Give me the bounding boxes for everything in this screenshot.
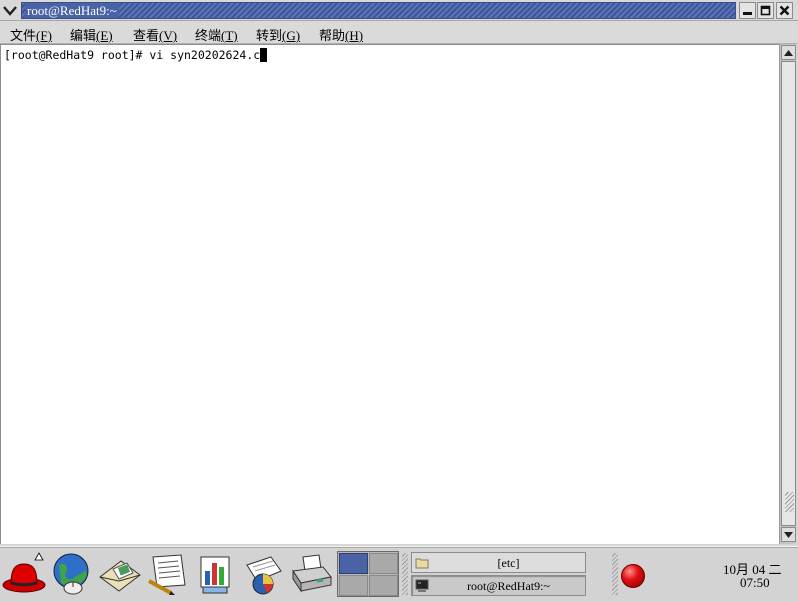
scrollbar-grip <box>785 492 794 512</box>
menu-terminal[interactable]: 终端(T) <box>195 25 238 44</box>
printer-launcher[interactable] <box>289 551 335 597</box>
terminal-prompt-text: [root@RedHat9 root]# vi syn20202624.c <box>4 48 261 62</box>
web-browser-launcher[interactable] <box>49 551 95 597</box>
maximize-icon <box>760 5 771 16</box>
menu-terminal-mnemonic: (T) <box>221 28 238 43</box>
maximize-button[interactable] <box>757 2 774 19</box>
minimize-button[interactable] <box>739 2 756 19</box>
close-button[interactable] <box>776 2 793 19</box>
scroll-down-button[interactable] <box>781 527 796 542</box>
tray-grip[interactable] <box>612 553 618 595</box>
envelope-stamp-icon <box>99 560 141 592</box>
menu-file[interactable]: 文件(F) <box>10 25 52 44</box>
menu-help[interactable]: 帮助(H) <box>319 25 363 44</box>
redhat-menu-button[interactable] <box>1 551 47 597</box>
task-button-terminal[interactable]: root@RedHat9:~ <box>411 575 586 596</box>
folder-icon <box>415 558 429 569</box>
menu-view[interactable]: 查看(V) <box>133 25 177 44</box>
bar-chart-icon <box>200 556 230 594</box>
window-menu-button[interactable] <box>1 2 19 19</box>
task-button-etc[interactable]: [etc] <box>411 552 586 573</box>
vertical-scrollbar[interactable] <box>779 44 796 544</box>
title-strip: root@RedHat9:~ <box>21 2 736 19</box>
scrollbar-thumb[interactable] <box>781 61 796 526</box>
task-label-terminal: root@RedHat9:~ <box>467 579 550 593</box>
task-label-etc: [etc] <box>497 556 520 570</box>
record-indicator-icon[interactable] <box>621 564 645 588</box>
printer-icon <box>292 554 332 593</box>
redhat-icon <box>2 552 46 593</box>
menu-view-label: 查看 <box>133 28 160 43</box>
menu-edit-label: 编辑 <box>70 28 97 43</box>
arrow-down-icon <box>784 531 793 538</box>
bottom-panel: [etc] root@RedHat9:~ 10月 04 二 07:50 <box>0 546 798 602</box>
menu-help-mnemonic: (H) <box>345 28 364 43</box>
arrow-up-icon <box>784 49 793 56</box>
menu-edit[interactable]: 编辑(E) <box>70 25 113 44</box>
menu-go-label: 转到 <box>256 28 283 43</box>
menu-view-mnemonic: (V) <box>159 28 178 43</box>
workspace-4[interactable] <box>369 575 398 596</box>
menu-file-mnemonic: (F) <box>36 28 52 43</box>
close-icon <box>779 5 790 16</box>
terminal-area[interactable]: [root@RedHat9 root]# vi syn20202624.c <box>0 44 779 544</box>
menu-file-label: 文件 <box>10 28 37 43</box>
document-pen-icon <box>148 554 186 595</box>
presentation-launcher[interactable] <box>193 551 239 597</box>
workspace-pager[interactable] <box>337 551 399 597</box>
writer-launcher[interactable] <box>145 551 191 597</box>
menu-help-label: 帮助 <box>319 28 346 43</box>
menu-go[interactable]: 转到(G) <box>256 25 300 44</box>
pie-chart-icon <box>246 556 282 595</box>
globe-mouse-icon <box>53 553 89 595</box>
tasklist-grip[interactable] <box>402 553 408 595</box>
terminal-icon <box>415 579 429 592</box>
scroll-up-button[interactable] <box>781 45 796 60</box>
email-launcher[interactable] <box>97 551 143 597</box>
spreadsheet-launcher[interactable] <box>241 551 287 597</box>
workspace-3[interactable] <box>339 575 368 596</box>
workspace-1[interactable] <box>339 553 368 574</box>
workspace-2[interactable] <box>369 553 398 574</box>
menu-terminal-label: 终端 <box>195 28 222 43</box>
window-title: root@RedHat9:~ <box>25 3 119 18</box>
clock-time: 07:50 <box>740 575 770 590</box>
title-bar[interactable]: root@RedHat9:~ <box>0 0 798 21</box>
text-cursor <box>260 48 268 62</box>
terminal-line: [root@RedHat9 root]# vi syn20202624.c <box>4 48 268 62</box>
menu-edit-mnemonic: (E) <box>96 28 113 43</box>
chevron-down-icon <box>3 5 17 16</box>
menu-bar: 文件(F) 编辑(E) 查看(V) 终端(T) 转到(G) 帮助(H) <box>0 21 798 44</box>
minimize-icon <box>743 12 752 15</box>
menu-go-mnemonic: (G) <box>282 28 301 43</box>
